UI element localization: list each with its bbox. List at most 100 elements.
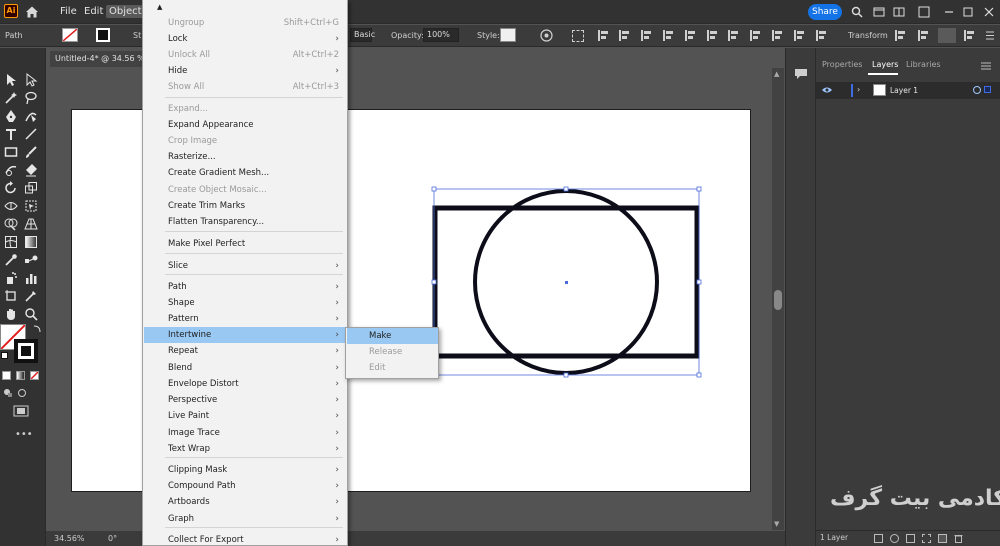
menu-item-artboards[interactable]: Artboards › (144, 494, 347, 510)
submenu-arrow-icon: › (335, 363, 339, 373)
menu-item-lock[interactable]: Lock › (144, 31, 347, 47)
isolate-icon[interactable] (918, 30, 929, 41)
submenu-arrow-icon: › (335, 34, 339, 44)
menu-item-label: Crop Image (168, 136, 218, 146)
menu-item-label: Compound Path (168, 481, 236, 491)
menu-item-image-trace[interactable]: Image Trace › (144, 425, 347, 441)
submenu-item-make[interactable]: Make (347, 328, 438, 344)
arrange-documents-icon[interactable] (873, 6, 885, 18)
workspace-icon[interactable] (893, 6, 905, 18)
new-layer-icon[interactable] (938, 534, 947, 543)
menu-item-perspective[interactable]: Perspective › (144, 392, 347, 408)
maximize-icon[interactable] (962, 6, 974, 18)
rotation-value[interactable]: 0° (108, 531, 117, 546)
submenu-arrow-icon: › (335, 314, 339, 324)
menu-item-show-all[interactable]: Show All Alt+Ctrl+3 (144, 79, 347, 95)
menu-item-label: Expand... (168, 104, 208, 114)
menu-item-unlock-all[interactable]: Unlock All Alt+Ctrl+2 (144, 47, 347, 63)
menu-item-repeat[interactable]: Repeat › (144, 343, 347, 359)
clipping-mask-icon[interactable] (906, 534, 915, 543)
submenu-arrow-icon: › (335, 411, 339, 421)
submenu-item-release[interactable]: Release (347, 344, 438, 360)
menu-item-label: Clipping Mask (168, 465, 228, 475)
pathfinder-icon[interactable] (938, 28, 956, 43)
menu-item-intertwine[interactable]: Intertwine › (144, 327, 347, 343)
menu-scroll-up-icon[interactable]: ▲ (157, 3, 162, 11)
distribute-left-icon[interactable] (794, 30, 805, 41)
submenu-arrow-icon: › (335, 261, 339, 271)
menu-item-label: Create Trim Marks (168, 201, 246, 211)
menu-item-label: Create Gradient Mesh... (168, 168, 270, 178)
expand-layer-icon[interactable]: › (857, 84, 865, 96)
distribute-right-icon[interactable] (816, 30, 827, 41)
layer-name[interactable]: Layer 1 (890, 85, 918, 96)
menu-item-create-gradient-mesh[interactable]: Create Gradient Mesh... (144, 165, 347, 181)
menu-item-label: Expand Appearance (168, 120, 254, 130)
menu-item-text-wrap[interactable]: Text Wrap › (144, 441, 347, 457)
menu-item-graph[interactable]: Graph › (144, 511, 347, 527)
menu-item-expand-appearance[interactable]: Expand Appearance (144, 117, 347, 133)
transform-link[interactable]: Transform (848, 30, 888, 41)
share-button[interactable]: Share (808, 4, 842, 20)
object-menu: ▲ Ungroup Shift+Ctrl+G Lock › Unlock All Alt+… (142, 0, 348, 546)
layers-footer: 1 Layer (816, 530, 1000, 546)
menu-item-compound-path[interactable]: Compound Path › (144, 478, 347, 494)
menu-item-clipping-mask[interactable]: Clipping Mask › (144, 462, 347, 478)
menu-item-flatten-transparency[interactable]: Flatten Transparency... (144, 214, 347, 230)
transform-options-icon[interactable] (895, 30, 906, 41)
search-icon[interactable] (851, 6, 863, 18)
scroll-down-icon[interactable]: ▼ (774, 520, 782, 528)
zoom-level[interactable]: 34.56% (54, 531, 85, 546)
tab-properties[interactable]: Properties (822, 58, 862, 72)
menu-item-ungroup[interactable]: Ungroup Shift+Ctrl+G (144, 15, 347, 31)
close-icon[interactable] (983, 6, 995, 18)
menu-item-make-pixel-perfect[interactable]: Make Pixel Perfect (144, 236, 347, 252)
tab-libraries[interactable]: Libraries (906, 58, 941, 72)
submenu-arrow-icon: › (335, 330, 339, 340)
menu-item-collect-for-export[interactable]: Collect For Export › (144, 532, 347, 546)
menu-item-envelope-distort[interactable]: Envelope Distort › (144, 376, 347, 392)
panel-menu-icon[interactable] (985, 30, 995, 41)
scroll-up-icon[interactable]: ▲ (774, 70, 782, 78)
menu-item-shortcut: Alt+Ctrl+2 (292, 50, 339, 60)
locate-object-icon[interactable] (890, 534, 899, 543)
menu-item-crop-image[interactable]: Crop Image (144, 133, 347, 149)
menu-item-path[interactable]: Path › (144, 279, 347, 295)
comments-icon[interactable] (794, 68, 808, 80)
menu-item-label: Hide (168, 66, 188, 76)
delete-icon[interactable] (954, 534, 963, 543)
submenu-arrow-icon: › (335, 395, 339, 405)
menu-item-create-object-mosaic[interactable]: Create Object Mosaic... (144, 182, 347, 198)
selection-indicator[interactable] (984, 86, 991, 93)
target-icon[interactable] (973, 86, 981, 94)
menu-item-rasterize[interactable]: Rasterize... (144, 149, 347, 165)
menu-item-label: Live Paint (168, 411, 210, 421)
arrange-icon[interactable] (964, 30, 975, 41)
submenu-item-edit[interactable]: Edit (347, 360, 438, 376)
menu-item-label: Path (168, 282, 187, 292)
menu-item-shape[interactable]: Shape › (144, 295, 347, 311)
export-icon[interactable] (874, 534, 883, 543)
tab-layers[interactable]: Layers (872, 58, 898, 72)
menu-item-live-paint[interactable]: Live Paint › (144, 408, 347, 424)
restore-icon[interactable] (943, 6, 955, 18)
scrollbar-thumb[interactable] (774, 290, 782, 310)
panel-dock (785, 48, 815, 546)
panel-options-icon[interactable] (980, 62, 992, 70)
submenu-arrow-icon: › (335, 298, 339, 308)
menu-item-hide[interactable]: Hide › (144, 63, 347, 79)
menu-item-blend[interactable]: Blend › (144, 360, 347, 376)
menu-item-shortcut: Shift+Ctrl+G (283, 18, 339, 28)
new-sublayer-icon[interactable] (922, 534, 931, 543)
minimize-icon[interactable] (918, 6, 930, 18)
active-tab-indicator (868, 73, 898, 75)
submenu-arrow-icon: › (335, 465, 339, 475)
menu-item-label: Lock (168, 34, 188, 44)
visibility-eye-icon[interactable] (822, 86, 832, 94)
menu-item-slice[interactable]: Slice › (144, 258, 347, 274)
menu-item-create-trim-marks[interactable]: Create Trim Marks (144, 198, 347, 214)
menu-item-expand[interactable]: Expand... (144, 101, 347, 117)
menu-item-label: Create Object Mosaic... (168, 185, 267, 195)
menu-item-pattern[interactable]: Pattern › (144, 311, 347, 327)
layer-color-bar (851, 84, 853, 97)
